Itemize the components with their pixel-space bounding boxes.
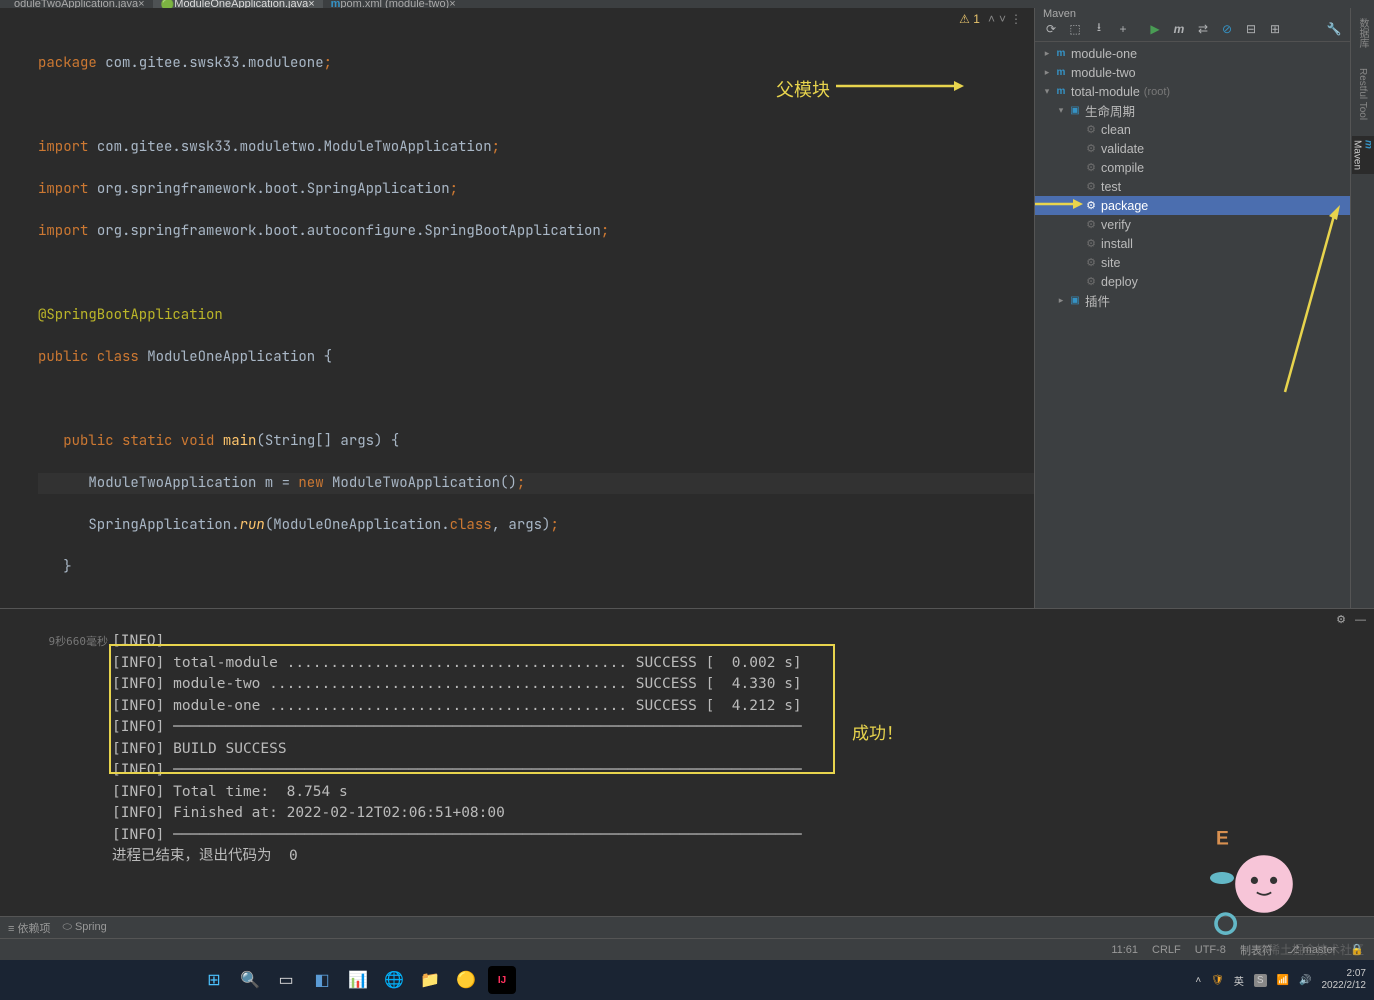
wifi-icon[interactable]: 📶 xyxy=(1277,975,1289,986)
widgets-icon[interactable]: ◧ xyxy=(308,966,336,994)
maven-test[interactable]: ⚙test xyxy=(1035,177,1350,196)
show-deps-icon[interactable]: ⊞ xyxy=(1265,20,1285,38)
reload-icon[interactable]: ⟳ xyxy=(1041,20,1061,38)
warning-icon[interactable]: ⚠ 1 xyxy=(959,12,980,26)
maven-title: Maven xyxy=(1035,8,1350,16)
add-icon[interactable]: + xyxy=(1113,20,1133,38)
tab-maven[interactable]: mMaven xyxy=(1352,136,1374,174)
tab-file-2[interactable]: 🟢 ModuleOneApplication.java × xyxy=(153,0,323,8)
maven-toolbar: ⟳ ⬚ ⭳ + ▶ m ⇄ ⊘ ⊟ ⊞ 🔧 xyxy=(1035,16,1350,42)
chrome-icon[interactable]: 🟡 xyxy=(452,966,480,994)
tab-file-3[interactable]: m pom.xml (module-two) × xyxy=(323,0,464,8)
tab-file-1[interactable]: oduleTwoApplication.java × xyxy=(6,0,153,8)
deps-tab[interactable]: ≡ 依赖项 xyxy=(8,920,50,936)
settings-icon[interactable]: 🔧 xyxy=(1324,20,1344,38)
maven-compile[interactable]: ⚙compile xyxy=(1035,158,1350,177)
prev-highlight[interactable]: ˄ xyxy=(988,12,995,26)
maven-plugins[interactable]: ▸▣插件 xyxy=(1035,291,1350,310)
task-view-icon[interactable]: ▭ xyxy=(272,966,300,994)
tray-security-icon[interactable]: 🛡 xyxy=(1211,975,1224,986)
generate-icon[interactable]: ⬚ xyxy=(1065,20,1085,38)
console-output[interactable]: [INFO] [INFO] total-module .............… xyxy=(112,629,1374,916)
run-icon[interactable]: ▶ xyxy=(1145,20,1165,38)
maven-lifecycle[interactable]: ▾▣生命周期 xyxy=(1035,101,1350,120)
maven-module-two[interactable]: ▸mmodule-two xyxy=(1035,63,1350,82)
toggle-offline-icon[interactable]: ⇄ xyxy=(1193,20,1213,38)
search-icon[interactable]: 🔍 xyxy=(236,966,264,994)
encoding[interactable]: UTF-8 xyxy=(1195,944,1226,956)
spring-tab[interactable]: ⬭ Spring xyxy=(62,921,106,934)
maven-deploy[interactable]: ⚙deploy xyxy=(1035,272,1350,291)
edge-icon[interactable]: 🌐 xyxy=(380,966,408,994)
bottom-tool-bar: ≡ 依赖项 ⬭ Spring xyxy=(0,916,1374,938)
maven-clean[interactable]: ⚙clean xyxy=(1035,120,1350,139)
ime-indicator[interactable]: S xyxy=(1254,974,1267,987)
intellij-icon[interactable]: IJ xyxy=(488,966,516,994)
skip-tests-icon[interactable]: ⊘ xyxy=(1217,20,1237,38)
tab-database[interactable]: 数据库 xyxy=(1355,14,1370,52)
line-gutter xyxy=(0,32,38,608)
ime-lang[interactable]: 英 xyxy=(1234,973,1244,988)
code-editor[interactable]: ⚠ 1 ˄ ˅ ⋮ package com.gitee.swsk33.modul… xyxy=(0,8,1034,608)
console-time: 9秒660毫秒 xyxy=(0,629,112,916)
maven-panel: Maven ⟳ ⬚ ⭳ + ▶ m ⇄ ⊘ ⊟ ⊞ 🔧 ▸mmodule-one… xyxy=(1034,8,1350,608)
more-icon[interactable]: ⋮ xyxy=(1010,12,1022,26)
windows-taskbar: ⊞ 🔍 ▭ ◧ 📊 🌐 📁 🟡 IJ ˄ 🛡 英 S 📶 🔊 2:07 2022… xyxy=(0,960,1374,1000)
maven-tree: ▸mmodule-one ▸mmodule-two ▾mtotal-module… xyxy=(1035,42,1350,608)
console-panel: ⚙ — 9秒660毫秒 [INFO] [INFO] total-module .… xyxy=(0,608,1374,916)
line-separator[interactable]: CRLF xyxy=(1152,944,1181,956)
maven-validate[interactable]: ⚙validate xyxy=(1035,139,1350,158)
tray-chevron-icon[interactable]: ˄ xyxy=(1195,975,1201,986)
execute-maven-icon[interactable]: m xyxy=(1169,20,1189,38)
right-toolbar: 数据库 Restful Tool mMaven xyxy=(1350,8,1374,608)
editor-tabs: oduleTwoApplication.java × 🟢 ModuleOneAp… xyxy=(0,0,1374,8)
app-icon-1[interactable]: 📊 xyxy=(344,966,372,994)
watermark: @稀土掘金技术社区 xyxy=(1256,941,1364,958)
volume-icon[interactable]: 🔊 xyxy=(1299,975,1311,986)
clock[interactable]: 2:07 2022/2/12 xyxy=(1322,968,1367,992)
maven-module-one[interactable]: ▸mmodule-one xyxy=(1035,44,1350,63)
console-minimize-icon[interactable]: — xyxy=(1355,614,1366,626)
maven-total-module[interactable]: ▾mtotal-module(root) xyxy=(1035,82,1350,101)
maven-install[interactable]: ⚙install xyxy=(1035,234,1350,253)
download-icon[interactable]: ⭳ xyxy=(1089,20,1109,38)
cursor-position[interactable]: 11:61 xyxy=(1111,944,1138,956)
collapse-icon[interactable]: ⊟ xyxy=(1241,20,1261,38)
next-highlight[interactable]: ˅ xyxy=(999,12,1006,26)
console-settings-icon[interactable]: ⚙ xyxy=(1336,614,1346,626)
status-bar: 11:61 CRLF UTF-8 制表符 ⎇ master 🔒 @稀土掘金技术社… xyxy=(0,938,1374,960)
maven-package[interactable]: ⚙package xyxy=(1035,196,1350,215)
code-content[interactable]: package com.gitee.swsk33.moduleone; impo… xyxy=(38,32,1034,608)
maven-site[interactable]: ⚙site xyxy=(1035,253,1350,272)
tab-restful[interactable]: Restful Tool xyxy=(1357,64,1368,124)
explorer-icon[interactable]: 📁 xyxy=(416,966,444,994)
annotation-success: 成功！ xyxy=(852,724,903,746)
start-icon[interactable]: ⊞ xyxy=(200,966,228,994)
maven-verify[interactable]: ⚙verify xyxy=(1035,215,1350,234)
